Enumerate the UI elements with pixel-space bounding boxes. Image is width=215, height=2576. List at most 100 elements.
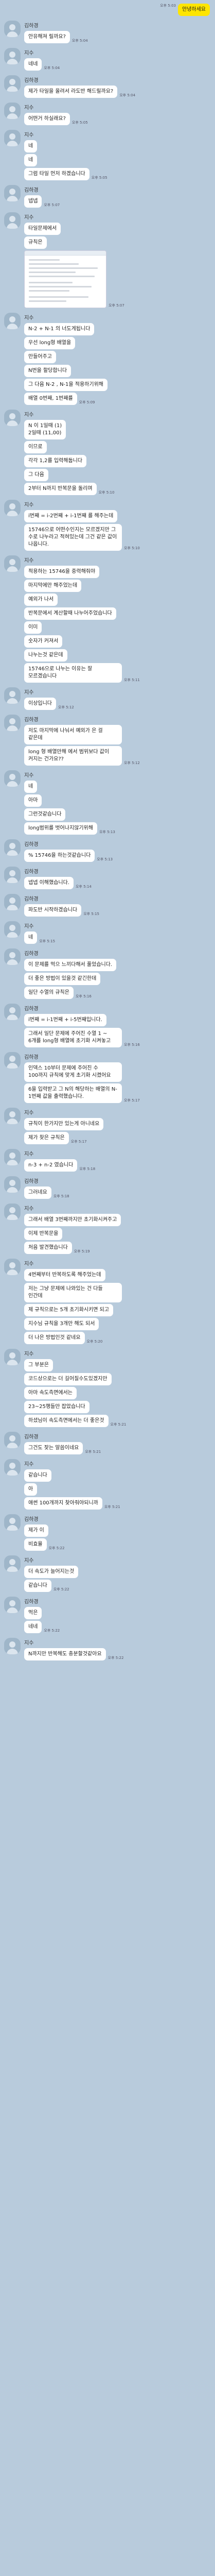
message-bubble[interactable]: 네네 [24, 1621, 42, 1633]
profile-avatar[interactable] [4, 1597, 21, 1613]
message-bubble[interactable]: 이상입니다 [24, 698, 56, 710]
message-bubble[interactable]: 마지막에만 해주었는데 [24, 580, 82, 592]
message-bubble[interactable]: 만들어주고 [24, 351, 56, 363]
profile-avatar[interactable] [4, 867, 21, 883]
message-bubble[interactable]: 제가 타일을 올려서 라도반 해드릴까요? [24, 86, 118, 98]
profile-avatar[interactable] [4, 839, 21, 856]
profile-avatar[interactable] [4, 1432, 21, 1448]
message-bubble[interactable]: 네네 [24, 58, 42, 71]
message-bubble[interactable]: 제가 이 [24, 1524, 48, 1537]
profile-avatar[interactable] [4, 715, 21, 731]
message-bubble[interactable]: 그 부분은 [24, 1359, 53, 1371]
message-bubble[interactable]: 더 나은 방법인것 같네요 [24, 1332, 85, 1344]
message-bubble[interactable]: 23~25행들만 잡았습니다 [24, 1401, 89, 1413]
profile-avatar[interactable] [4, 313, 21, 329]
message-bubble[interactable]: 처음 발견했습니다 [24, 1242, 72, 1254]
profile-avatar[interactable] [4, 103, 21, 119]
message-bubble[interactable]: 우선 long형 배열을 [24, 337, 76, 349]
message-bubble[interactable]: 어떤거 하실래요? [24, 113, 70, 125]
message-bubble[interactable]: 그러네요 [24, 1187, 51, 1199]
message-bubble[interactable]: 코드상으로는 더 길어질수도있겠지만 [24, 1373, 112, 1385]
message-bubble[interactable]: 넵넵 이해했습니다. [24, 877, 74, 889]
message-bubble[interactable]: 숫자가 커져서 [24, 635, 63, 648]
profile-avatar[interactable] [4, 185, 21, 201]
profile-avatar[interactable] [4, 687, 21, 704]
message-bubble[interactable]: 일단 수열의 규칙은 [24, 987, 74, 999]
message-bubble[interactable]: 15746으로 어떤수인지는 모르겠지만 그 수로 나누라고 적혀있는데 그건 … [24, 524, 122, 551]
profile-avatar[interactable] [4, 1259, 21, 1275]
message-bubble[interactable]: 타일문제에서 [24, 223, 61, 235]
message-bubble[interactable]: 이므로 [24, 441, 47, 453]
message-bubble[interactable]: 네 [24, 931, 38, 944]
message-bubble[interactable]: 15746으로 나누는 이유는 잘 모르겠습니다 [24, 663, 122, 683]
message-bubble[interactable]: 저도 마지막에 나눠서 예외가 은 걸 같은데 [24, 725, 122, 744]
message-bubble[interactable]: 먹은 [24, 1607, 42, 1619]
message-bubble[interactable]: 네 [24, 781, 38, 793]
message-bubble[interactable]: 아 [24, 1483, 38, 1496]
message-bubble[interactable]: 그래서 배열 3번째까지만 초기화시켜주고 [24, 1214, 121, 1226]
message-bubble[interactable]: 4번째부터 반복하도록 해주었는데 [24, 1269, 105, 1281]
message-bubble[interactable]: 배열 0번째, 1번째를 [24, 393, 77, 405]
message-bubble[interactable]: n-3 + n-2 였습니다 [24, 1159, 78, 1172]
message-bubble[interactable]: 이제 반복문을 [24, 1228, 63, 1240]
message-bubble[interactable]: 하셨님이 속도측면에서는 더 좋은것 [24, 1415, 109, 1427]
message-bubble[interactable]: 그래서 일단 문제에 주어진 수열 1 ~ 6개를 long형 배열에 초기화 … [24, 1028, 122, 1047]
message-bubble[interactable]: 더 좋은 방법이 있을것 같긴한데 [24, 973, 101, 985]
message-bubble[interactable]: 넵넵 [24, 195, 42, 208]
profile-avatar[interactable] [4, 1052, 21, 1069]
message-bubble[interactable]: 그 다음 [24, 469, 48, 481]
message-bubble[interactable]: N까지만 반복해도 충분할것같아요 [24, 1648, 106, 1660]
profile-avatar[interactable] [4, 1149, 21, 1165]
message-bubble[interactable]: 그건도 잦는 말씀이네요 [24, 1442, 83, 1454]
profile-avatar[interactable] [4, 555, 21, 572]
message-bubble[interactable]: 이미 [24, 621, 42, 634]
message-bubble[interactable]: i번째 = i-2번째 + i-1번째 를 해주는데 [24, 510, 118, 522]
message-bubble[interactable]: 적용하는 15746을 중력해줘야 [24, 566, 100, 578]
message-bubble[interactable]: 안유해져 릴까요? [24, 31, 70, 43]
profile-avatar[interactable] [4, 770, 21, 787]
message-bubble[interactable]: 예외가 나서 [24, 594, 58, 606]
message-bubble[interactable]: 파도반 시작하겠습니다 [24, 904, 82, 917]
image-attachment[interactable] [24, 250, 106, 308]
profile-avatar[interactable] [4, 1459, 21, 1476]
profile-avatar[interactable] [4, 130, 21, 146]
profile-avatar[interactable] [4, 948, 21, 965]
profile-avatar[interactable] [4, 1176, 21, 1193]
message-bubble[interactable]: 아마 [24, 794, 42, 807]
message-bubble[interactable]: 나누는것 같은데 [24, 649, 67, 662]
message-bubble[interactable]: N-2 + N-1 의 너도게됩니다 [24, 323, 95, 335]
message-bubble[interactable]: 지수님 규칙을 3개만 해도 되서 [24, 1318, 99, 1330]
message-bubble[interactable]: 6을 입력받고 그 N의 해당하는 배열의 N-1번째 값을 출력했습니다. [24, 1083, 122, 1103]
message-bubble[interactable]: i번째 = i-1번째 + i-5번째입니다. [24, 1014, 106, 1026]
profile-avatar[interactable] [4, 48, 21, 64]
profile-avatar[interactable] [4, 410, 21, 426]
message-bubble[interactable]: 그 다음 N-2 , N-1을 적용하기위해 [24, 379, 107, 391]
message-bubble[interactable]: 더 속도가 늘어지는것 [24, 1566, 79, 1578]
profile-avatar[interactable] [4, 1349, 21, 1365]
profile-avatar[interactable] [4, 894, 21, 910]
profile-avatar[interactable] [4, 1638, 21, 1654]
message-bubble[interactable]: 네 [24, 154, 38, 166]
message-bubble[interactable]: long범위를 벗어나지않기위해 [24, 822, 97, 835]
profile-avatar[interactable] [4, 1004, 21, 1020]
message-bubble[interactable]: 인덱스 10부터 문제에 주어진 수 100까지 규칙에 맞게 초기화 시켰어요 [24, 1062, 122, 1082]
message-bubble[interactable]: 반복문에서 계산할때 나누어주었습니다 [24, 607, 116, 620]
message-bubble[interactable]: 그럼 타일 먼저 하겠습니다 [24, 168, 89, 180]
message-bubble[interactable]: 제 규칙으로는 5개 초기화시키면 되고 [24, 1304, 114, 1316]
profile-avatar[interactable] [4, 500, 21, 516]
profile-avatar[interactable] [4, 212, 21, 229]
profile-avatar[interactable] [4, 1204, 21, 1220]
message-bubble[interactable]: 제가 찾은 규칙은 [24, 1132, 69, 1144]
profile-avatar[interactable] [4, 75, 21, 92]
message-bubble[interactable]: 저는 그냥 문제에 나와있는 건 다들 인간데 [24, 1283, 122, 1302]
message-bubble[interactable]: 같습니다 [24, 1469, 51, 1482]
message-bubble[interactable]: 애썬 100개까지 찾아줘야되니까 [24, 1497, 102, 1510]
profile-avatar[interactable] [4, 921, 21, 938]
message-bubble[interactable]: 이 문제를 먹으 느끼다해서 풀었습니다. [24, 959, 117, 971]
message-bubble[interactable]: 네 [24, 140, 38, 152]
message-bubble[interactable]: 같습니다 [24, 1580, 51, 1592]
message-bubble[interactable]: % 15746을 하는것같습니다 [24, 850, 95, 862]
message-bubble[interactable]: 아마 속도측면에서는 [24, 1387, 77, 1399]
message-bubble[interactable]: 규칙이 한가지만 있는게 아니네요 [24, 1118, 104, 1130]
message-bubble[interactable]: 규칙은 [24, 236, 47, 249]
